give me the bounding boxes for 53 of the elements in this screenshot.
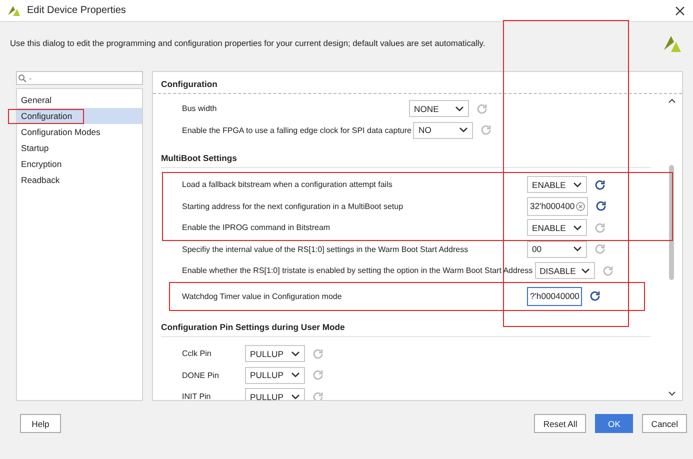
chevron-down-icon [291,372,300,378]
sidebar-item[interactable]: Configuration Modes [17,124,142,140]
sidebar-item[interactable]: Configuration [17,108,142,124]
window-title: Edit Device Properties [27,5,126,16]
dialog-button[interactable]: Help [20,414,61,433]
search-icon [18,74,27,83]
chevron-down-icon [573,246,582,252]
dropdown[interactable]: DISABLE [534,262,595,280]
text-field[interactable]: 32'h000400 [527,196,588,216]
dialog-button[interactable]: Cancel [642,414,687,433]
setting-label: Starting address for the next configuration in a MultiBoot setup [182,202,404,211]
close-icon [675,6,685,16]
chevron-down-icon [291,394,300,400]
section-heading: Configuration Pin Settings during User Mode [161,322,651,337]
dropdown[interactable]: PULLUP [245,366,305,384]
setting-label: Specifiy the internal value of the RS[1:0] settings in the Warm Boot Start Address [182,244,470,254]
setting-label: INIT Pin [182,392,212,400]
description-text: Use this dialog to edit the programming and configuration properties for your current design; default values are set automatically. [10,38,486,48]
setting-label: Load a fallback bitstream when a configuration attempt fails [182,180,394,190]
dropdown[interactable]: PULLUP [245,345,305,362]
panel-title: Configuration [153,72,682,94]
chevron-down-icon [291,350,300,357]
sidebar-item[interactable]: Readback [17,172,142,188]
setting-label: Watchdog Timer value in Configuration mode [182,292,343,301]
dropdown[interactable]: NONE [409,100,469,118]
setting-label: Cclk Pin [182,349,212,358]
sidebar-item[interactable]: Startup [17,140,142,156]
text-field[interactable]: ?'h00040000 [527,286,582,306]
dialog-button[interactable]: OK [595,414,634,433]
search-field[interactable]: - [16,71,143,85]
scrollbar-thumb[interactable] [669,165,674,280]
chevron-down-icon [455,106,464,112]
dropdown[interactable]: NO [413,122,474,139]
setting-label: Enable the FPGA to use a falling edge clock for SPI data capture [182,126,412,135]
chevron-down-icon [459,127,468,134]
dialog-button[interactable]: Reset All [534,414,586,433]
dropdown[interactable]: ENABLE [527,176,587,194]
setting-label: Enable whether the RS[1:0] tristate is enabled by setting the option in the Warm Boot Start Address [182,266,534,276]
chevron-down-icon [573,224,582,231]
dropdown[interactable]: ENABLE [527,219,587,236]
sidebar-item[interactable]: Encryption [17,156,142,172]
chevron-down-icon [580,268,590,274]
setting-label: DONE Pin [182,370,220,380]
dropdown[interactable]: PULLUP [245,388,305,400]
sidebar-item[interactable]: General [17,92,142,108]
chevron-down-icon [668,391,676,396]
setting-label: Bus width [182,104,218,114]
chevron-up-icon [668,98,676,103]
setting-label: Enable the IPROG command in Bitstream [182,223,332,232]
close-button[interactable] [673,4,687,18]
chevron-down-icon [573,182,582,188]
section-heading: MultiBoot Settings [161,153,651,168]
dropdown[interactable]: 00 [527,240,587,258]
